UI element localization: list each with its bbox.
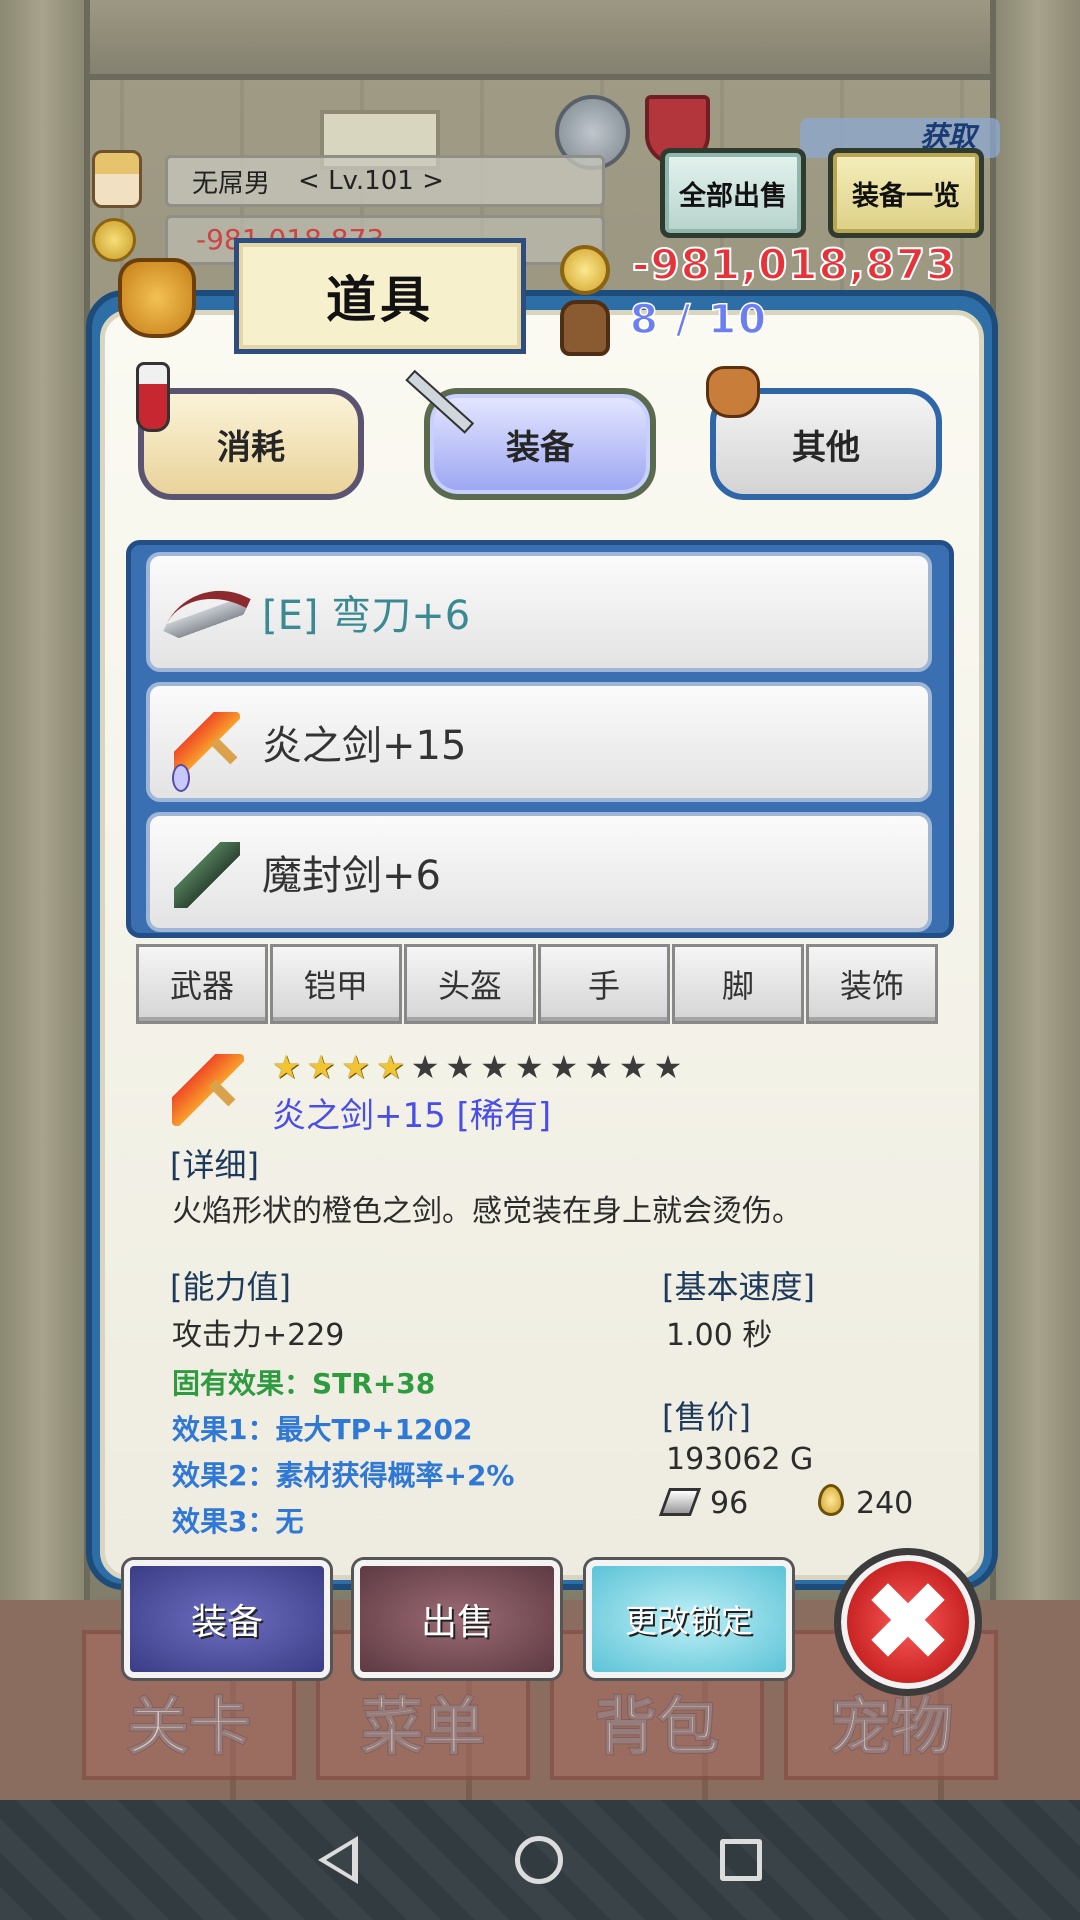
gold-amount: -981,018,873 [631,239,957,290]
effect-3: 效果3：无 [172,1505,304,1538]
background-pillar-right [990,0,1080,1800]
stats-header: [能力值] [170,1268,291,1306]
tab-equipment[interactable]: 装备 [424,388,656,500]
dark-sword-icon [174,842,240,908]
tab-consumables-label: 消耗 [217,427,285,468]
price-header: [售价] [662,1398,751,1436]
star-filled-icon: ★ [272,1048,301,1086]
panel-title: 道具 [234,238,526,354]
bag-capacity: 8 / 10 [629,296,768,344]
sack-icon [706,366,760,418]
slot-tab-accessory[interactable]: 装饰 [806,944,938,1024]
star-empty-icon: ★ [480,1048,509,1086]
detail-item-name: 炎之剑+15 [稀有] [272,1096,552,1136]
effect-1: 效果1：最大TP+1202 [172,1413,473,1446]
player-info-bar: 无屌男 < Lv.101 > [165,155,605,207]
equip-button[interactable]: 装备 [124,1560,330,1678]
background-top-beam [0,0,1080,80]
detail-header: [详细] [170,1146,259,1184]
backpack-icon [560,300,610,356]
star-empty-icon: ★ [445,1048,475,1086]
star-empty-icon: ★ [584,1048,613,1086]
recent-apps-icon[interactable] [719,1839,762,1881]
star-empty-icon: ★ [410,1048,440,1086]
star-empty-icon: ★ [549,1048,579,1086]
star-empty-icon: ★ [514,1048,544,1086]
potion-icon [136,362,170,432]
back-icon[interactable] [318,1836,359,1884]
inherent-effect: 固有效果：STR+38 [172,1367,436,1400]
tab-consumables[interactable]: 消耗 [138,388,364,500]
close-icon: ✖ [861,1558,955,1686]
sell-all-button[interactable]: 全部出售 [660,148,806,238]
item-name: 魔封剑+6 [262,853,441,899]
star-empty-icon: ★ [618,1048,648,1086]
scimitar-icon [163,571,251,659]
tab-equipment-label: 装备 [506,427,574,468]
ingot-count: 96 [710,1486,749,1521]
star-empty-icon: ★ [653,1048,683,1086]
coin-icon-small [92,218,136,262]
attack-stat: 攻击力+229 [172,1318,345,1353]
star-filled-icon: ★ [376,1048,405,1086]
effect-2: 效果2：素材获得概率+2% [172,1459,515,1492]
close-button[interactable]: ✖ [834,1548,982,1696]
drop-icon [818,1484,844,1516]
game-nav-menu-label: 菜单 [360,1689,486,1764]
slot-tab-helmet[interactable]: 头盔 [404,944,536,1024]
player-avatar [92,150,142,208]
system-nav-bar [0,1800,1080,1920]
list-item[interactable]: [E] 弯刀+6 [146,552,932,672]
sell-price: 193062 G [666,1442,814,1477]
drop-count: 240 [856,1486,914,1521]
speed-header: [基本速度] [662,1268,815,1306]
list-item[interactable]: 炎之剑+15 [146,682,932,802]
equipment-list-button[interactable]: 装备一览 [828,148,984,238]
change-lock-button[interactable]: 更改锁定 [586,1560,792,1678]
detail-description: 火焰形状的橙色之剑。感觉装在身上就会烫伤。 [172,1194,802,1229]
gold-coin-icon [560,245,610,295]
lock-gem-icon [172,764,190,792]
background-pillar-left [0,0,90,1800]
tab-other-label: 其他 [792,427,860,468]
game-nav-bag-label: 背包 [594,1689,720,1764]
slot-tab-foot[interactable]: 脚 [672,944,804,1024]
star-filled-icon: ★ [306,1048,336,1086]
player-level: < Lv.101 > [298,166,444,196]
item-name: 炎之剑+15 [262,723,467,769]
home-icon[interactable] [514,1836,563,1884]
game-nav-stage-label: 关卡 [126,1689,252,1764]
sell-button[interactable]: 出售 [354,1560,560,1678]
player-name: 无屌男 [192,168,271,199]
slot-tab-hand[interactable]: 手 [538,944,670,1024]
rarity-stars: ★ ★ ★ ★ ★ ★ ★ ★ ★ ★ ★ ★ [272,1050,682,1084]
slot-tab-armor[interactable]: 铠甲 [270,944,402,1024]
list-item[interactable]: 魔封剑+6 [146,812,932,932]
detail-item-icon [172,1054,244,1126]
slot-tab-weapon[interactable]: 武器 [136,944,268,1024]
base-speed: 1.00 秒 [666,1318,773,1353]
item-pouch-icon [118,258,196,338]
item-name: [E] 弯刀+6 [262,593,471,639]
star-filled-icon: ★ [341,1048,371,1086]
